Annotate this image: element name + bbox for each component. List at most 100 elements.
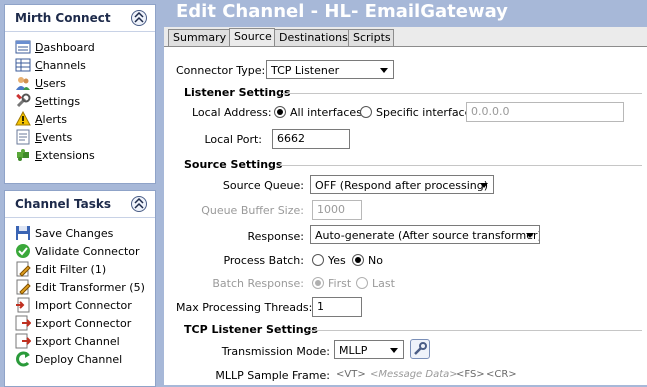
tab-scripts[interactable]: Scripts: [348, 29, 394, 46]
specific-interface-label: Specific interface:: [376, 106, 476, 119]
events-icon: [16, 129, 30, 145]
frame-fs: <FS>: [456, 369, 485, 380]
tcp-listener-settings-heading: TCP Listener Settings: [184, 323, 318, 336]
nav-label: Settings: [35, 94, 81, 108]
edit-filter-icon: [16, 261, 31, 277]
process-batch-yes-radio[interactable]: [312, 254, 324, 266]
nav-label: Events: [35, 130, 73, 144]
mirth-connect-panel-header[interactable]: Mirth Connect: [5, 5, 155, 32]
task-edit-transformer[interactable]: Edit Transformer (5): [15, 278, 155, 296]
connector-type-label: Connector Type:: [176, 64, 266, 77]
mllp-sample-frame-label: MLLP Sample Frame:: [215, 369, 330, 382]
channel-tasks-panel: Channel Tasks Save Changes Validate Conn…: [4, 190, 156, 387]
transmission-settings-button[interactable]: [410, 339, 430, 359]
process-batch-no-radio[interactable]: [352, 254, 364, 266]
response-select[interactable]: Auto-generate (After source transformer): [310, 225, 540, 244]
nav-label: Dashboard: [35, 40, 95, 54]
task-edit-filter[interactable]: Edit Filter (1): [15, 260, 155, 278]
alerts-icon: [15, 111, 31, 126]
divider: [308, 330, 642, 331]
task-label: Edit Transformer (5): [35, 280, 145, 294]
task-import-connector[interactable]: Import Connector: [15, 296, 155, 314]
nav-label: Users: [35, 76, 66, 90]
nav-label: Alerts: [35, 112, 67, 126]
tab-summary[interactable]: Summary: [168, 29, 230, 46]
panel-title: Channel Tasks: [15, 197, 111, 211]
local-address-label: Local Address:: [192, 106, 272, 119]
max-threads-input[interactable]: 1: [312, 297, 362, 317]
queue-buffer-size-label: Queue Buffer Size:: [201, 204, 304, 217]
deploy-icon: [16, 351, 30, 367]
task-label: Export Channel: [35, 334, 120, 348]
source-settings-heading: Source Settings: [184, 158, 283, 171]
nav-events[interactable]: Events: [15, 128, 155, 146]
max-threads-value: 1: [317, 300, 324, 313]
queue-buffer-size-value: 1000: [317, 203, 345, 216]
specific-interface-input[interactable]: 0.0.0.0: [466, 102, 624, 122]
batch-response-last-label: Last: [372, 277, 395, 290]
nav-extensions[interactable]: Extensions: [15, 146, 155, 164]
users-icon: [16, 77, 30, 90]
local-port-label: Local Port:: [204, 133, 262, 146]
sidebar: Mirth Connect Dashboard Channels Users S…: [0, 0, 160, 387]
task-label: Validate Connector: [35, 244, 140, 258]
task-export-channel[interactable]: Export Channel: [15, 332, 155, 350]
chevron-down-icon: [480, 183, 488, 188]
source-queue-select[interactable]: OFF (Respond after processing): [310, 175, 494, 194]
chevron-down-icon: [526, 233, 534, 238]
task-validate-connector[interactable]: Validate Connector: [15, 242, 155, 260]
channels-icon: [15, 58, 31, 72]
response-label: Response:: [247, 230, 304, 243]
task-label: Import Connector: [35, 298, 132, 312]
title-bar: Edit Channel - HL- EmailGateway: [164, 0, 647, 26]
task-label: Save Changes: [35, 226, 114, 240]
nav-label: Channels: [35, 58, 86, 72]
wrench-icon: [414, 342, 427, 355]
connector-type-select[interactable]: TCP Listener: [266, 60, 394, 79]
all-interfaces-label: All interfaces: [290, 106, 362, 119]
specific-interface-radio[interactable]: [360, 106, 372, 118]
collapse-icon[interactable]: [131, 10, 147, 26]
dashboard-icon: [15, 40, 31, 54]
collapse-icon[interactable]: [131, 196, 147, 212]
process-batch-no-label: No: [368, 254, 383, 267]
task-deploy-channel[interactable]: Deploy Channel: [15, 350, 155, 368]
nav-settings[interactable]: Settings: [15, 92, 155, 110]
chevron-down-icon: [390, 348, 398, 353]
task-label: Deploy Channel: [35, 352, 123, 366]
panel-title: Mirth Connect: [15, 11, 111, 25]
page-title: Edit Channel - HL- EmailGateway: [176, 1, 508, 22]
channel-tasks-panel-header[interactable]: Channel Tasks: [5, 191, 155, 218]
nav-label-rest: xtensions: [41, 148, 95, 162]
export-connector-icon: [15, 315, 31, 331]
mirth-connect-items: Dashboard Channels Users Settings Alerts…: [5, 32, 155, 164]
nav-users[interactable]: Users: [15, 74, 155, 92]
channel-tasks-items: Save Changes Validate Connector Edit Fil…: [5, 218, 155, 368]
local-port-input[interactable]: 6662: [272, 129, 350, 149]
nav-label: Extensions: [35, 148, 95, 162]
nav-channels[interactable]: Channels: [15, 56, 155, 74]
tab-source[interactable]: Source: [229, 28, 275, 47]
nav-alerts[interactable]: Alerts: [15, 110, 155, 128]
frame-message-data: <Message Data>: [370, 369, 458, 380]
source-queue-label: Source Queue:: [222, 179, 304, 192]
divider: [280, 165, 642, 166]
transmission-mode-label: Transmission Mode:: [221, 345, 330, 358]
batch-response-first-radio[interactable]: [312, 277, 324, 289]
extensions-icon: [17, 149, 29, 161]
task-save-changes[interactable]: Save Changes: [15, 224, 155, 242]
batch-response-first-label: First: [328, 277, 352, 290]
task-export-connector[interactable]: Export Connector: [15, 314, 155, 332]
divider: [282, 93, 642, 94]
task-label: Export Connector: [35, 316, 132, 330]
import-connector-icon: [16, 297, 30, 313]
nav-dashboard[interactable]: Dashboard: [15, 38, 155, 56]
transmission-mode-select[interactable]: MLLP: [334, 340, 404, 359]
all-interfaces-radio[interactable]: [274, 106, 286, 118]
tab-destinations[interactable]: Destinations: [274, 29, 350, 46]
settings-icon: [16, 93, 31, 108]
batch-response-last-radio[interactable]: [356, 277, 368, 289]
connector-type-value: TCP Listener: [271, 64, 340, 77]
chevron-down-icon: [380, 68, 388, 73]
queue-buffer-size-input[interactable]: 1000: [312, 200, 362, 220]
